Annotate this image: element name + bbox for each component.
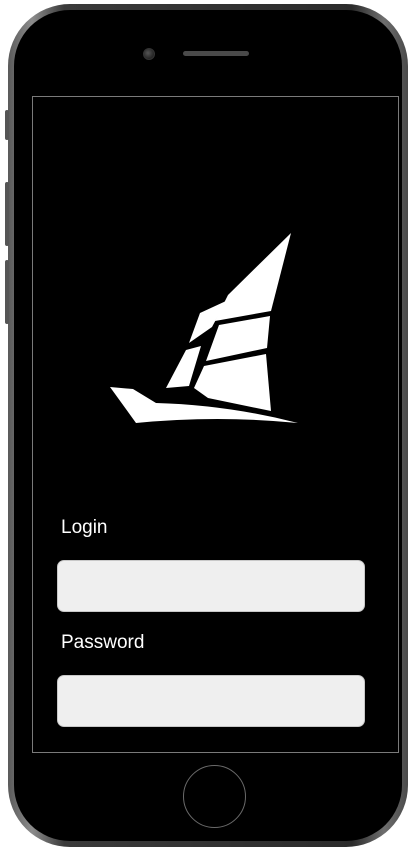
password-label: Password [61,632,145,653]
sail-bottom-right-icon [194,354,271,411]
login-input[interactable] [57,560,365,612]
password-input[interactable] [57,675,365,727]
speaker-grille [183,51,249,56]
volume-up-button [5,182,9,246]
login-label: Login [61,517,108,538]
home-button[interactable] [183,765,246,828]
sail-top-icon [215,233,291,321]
sailboat-logo-icon [110,233,298,423]
volume-down-button [5,260,9,324]
app-screen: Login Password [32,96,399,753]
mute-switch [5,110,9,140]
sail-middle-right-icon [206,316,270,361]
sail-bottom-left-icon [166,346,201,388]
camera-icon [143,48,155,60]
